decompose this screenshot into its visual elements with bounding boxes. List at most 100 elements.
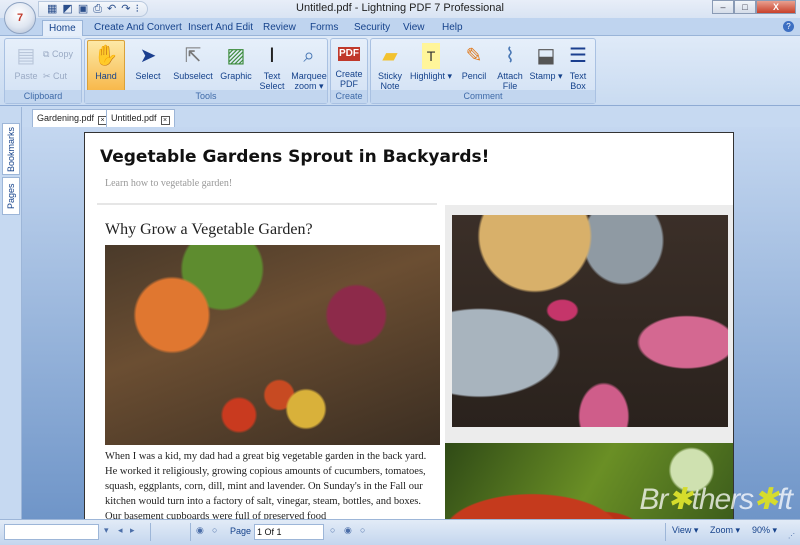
page-number-input[interactable]: 1 Of 1 <box>254 524 324 540</box>
paste-icon: ▤ <box>16 45 36 67</box>
application-menu-button[interactable]: 7 <box>4 2 36 34</box>
brothersoft-watermark: Br✱thers✱ft <box>639 483 793 516</box>
help-icon[interactable]: ? <box>783 21 794 32</box>
side-panel-strip: Bookmarks Pages <box>0 107 22 519</box>
pencil-button[interactable]: ✎ Pencil <box>455 41 493 91</box>
page-subtitle: Learn how to vegetable garden! <box>105 178 233 189</box>
minimize-button[interactable]: – <box>712 0 734 14</box>
status-bar: ▾ ◂ ▸ ◉ ○ Page 1 Of 1 ○ ◉ ○ View ▾ Zoom … <box>0 519 800 545</box>
subselect-arrow-icon: ⇱ <box>184 45 202 67</box>
tab-review[interactable]: Review <box>257 20 302 36</box>
select-tool-button[interactable]: ➤ Select <box>129 41 167 91</box>
divider <box>190 523 191 541</box>
hand-icon: ✋ <box>93 45 119 67</box>
previous-page-icon[interactable]: ○ <box>212 525 217 535</box>
doc-tab-gardening[interactable]: Gardening.pdf × <box>32 109 113 127</box>
page-label: Page <box>230 526 252 536</box>
calendar-icon[interactable]: ▦ <box>47 2 57 16</box>
app-logo-icon: 7 <box>16 12 24 24</box>
pdf-icon: PDF <box>338 47 360 61</box>
stamp-button[interactable]: ⬓ Stamp ▾ <box>527 41 565 91</box>
tab-forms[interactable]: Forms <box>304 20 344 36</box>
image-column <box>445 205 733 521</box>
text-cursor-icon: Ⅰ <box>269 45 275 67</box>
create-group-label: Create <box>331 90 367 103</box>
star-icon: ✱ <box>667 483 692 516</box>
star-icon: ✱ <box>753 483 778 516</box>
maximize-button[interactable]: □ <box>734 0 756 14</box>
cut-button[interactable]: ✂ Cut <box>43 71 67 82</box>
document-tabs: Gardening.pdf × Untitled.pdf × <box>22 107 800 127</box>
document-viewport[interactable]: Vegetable Gardens Sprout in Backyards! L… <box>22 127 800 522</box>
text-box-button[interactable]: ☰ Text Box <box>561 41 595 91</box>
doc-tab-untitled[interactable]: Untitled.pdf × <box>106 109 175 127</box>
vegetables-image <box>105 245 440 445</box>
go-icon[interactable]: ○ <box>360 525 365 535</box>
subselect-tool-button[interactable]: ⇱ Subselect <box>171 41 215 91</box>
tab-create-and-convert[interactable]: Create And Convert <box>88 20 188 36</box>
close-tab-icon[interactable]: × <box>160 116 170 125</box>
hand-tool-button[interactable]: ✋ Hand <box>87 40 125 92</box>
last-page-icon[interactable]: ◉ <box>344 525 352 536</box>
tab-help[interactable]: Help <box>436 20 469 36</box>
quick-access-toolbar: ▦ ◩ ▣ ⎙ ↶ ↷ ⁝ <box>38 1 148 17</box>
comment-group: ▰ Sticky Note T Highlight ▾ ✎ Pencil ⌇ A… <box>370 38 596 104</box>
print-icon[interactable]: ⎙ <box>93 2 102 16</box>
divider <box>150 523 151 541</box>
graphic-tool-button[interactable]: ▨ Graphic <box>217 41 255 91</box>
highlight-button[interactable]: T Highlight ▾ <box>409 41 453 91</box>
divider <box>665 523 666 541</box>
tools-group-label: Tools <box>85 90 327 103</box>
tools-group: ✋ Hand ➤ Select ⇱ Subselect ▨ Graphic Ⅰ … <box>84 38 328 104</box>
first-page-icon[interactable]: ◉ <box>196 525 204 536</box>
zoom-menu[interactable]: Zoom ▾ <box>710 525 740 536</box>
clipboard-group-label: Clipboard <box>5 90 81 103</box>
save-icon[interactable]: ▣ <box>78 2 88 16</box>
edit-icon[interactable]: ◩ <box>62 2 72 16</box>
text-select-tool-button[interactable]: Ⅰ Text Select <box>255 41 289 91</box>
ribbon: ▤ Paste ⧉ Copy ✂ Cut Clipboard ✋ Hand ➤ … <box>0 36 800 106</box>
tab-security[interactable]: Security <box>348 20 396 36</box>
view-menu[interactable]: View ▾ <box>672 525 698 536</box>
stamp-icon: ⬓ <box>536 45 556 67</box>
next-arrow-icon[interactable]: ▸ <box>130 525 135 536</box>
tab-insert-and-edit[interactable]: Insert And Edit <box>182 20 259 36</box>
create-pdf-button[interactable]: PDF Create PDF <box>331 41 367 91</box>
title-bar: Untitled.pdf - Lightning PDF 7 Professio… <box>0 0 800 18</box>
next-page-icon[interactable]: ○ <box>330 525 335 535</box>
section-heading: Why Grow a Vegetable Garden? <box>105 221 313 238</box>
sticky-note-icon: ▰ <box>382 45 398 67</box>
tab-view[interactable]: View <box>397 20 431 36</box>
text-box-icon: ☰ <box>569 45 587 67</box>
comment-group-label: Comment <box>371 90 595 103</box>
redo-icon[interactable]: ↷ <box>121 2 130 16</box>
marquee-zoom-button[interactable]: ⌕ Marquee zoom ▾ <box>289 41 329 91</box>
undo-icon[interactable]: ↶ <box>107 2 116 16</box>
paste-button[interactable]: ▤ Paste <box>7 41 45 91</box>
copy-button[interactable]: ⧉ Copy <box>43 49 73 60</box>
create-group: PDF Create PDF Create <box>330 38 368 104</box>
planting-shallots-image <box>452 215 728 427</box>
attach-file-button[interactable]: ⌇ Attach File <box>491 41 529 91</box>
page-title: Vegetable Gardens Sprout in Backyards! <box>100 147 490 167</box>
paperclip-icon: ⌇ <box>505 45 515 67</box>
pencil-icon: ✎ <box>465 45 483 67</box>
pdf-page: Vegetable Gardens Sprout in Backyards! L… <box>84 132 734 522</box>
sticky-note-button[interactable]: ▰ Sticky Note <box>371 41 409 91</box>
prev-arrow-icon[interactable]: ◂ <box>118 525 123 536</box>
close-button[interactable]: X <box>756 0 796 14</box>
zoom-level-select[interactable]: 90% ▾ <box>752 525 777 536</box>
magnifier-icon: ⌕ <box>303 45 315 67</box>
divider <box>97 203 437 205</box>
highlight-icon: T <box>422 43 440 69</box>
dropdown-arrow-icon[interactable]: ▾ <box>104 525 109 536</box>
customize-icon[interactable]: ⁝ <box>135 2 139 16</box>
pages-tab[interactable]: Pages <box>2 177 20 215</box>
body-text: When I was a kid, my dad had a great big… <box>105 451 427 522</box>
bookmarks-tab[interactable]: Bookmarks <box>2 123 20 175</box>
tab-home[interactable]: Home <box>42 20 83 36</box>
status-input[interactable] <box>4 524 99 540</box>
ribbon-tabs: Home Create And Convert Insert And Edit … <box>0 18 800 36</box>
graphic-icon: ▨ <box>226 45 246 67</box>
resize-grip-icon[interactable]: ⋰ <box>788 532 795 540</box>
